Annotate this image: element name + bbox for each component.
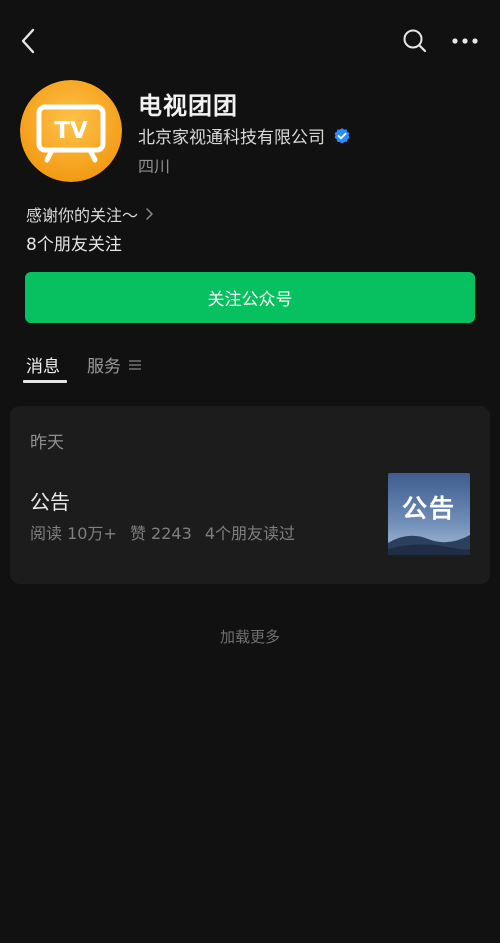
message-date: 昨天 [30,433,64,453]
friends-following-count[interactable]: 8个朋友关注 [26,230,122,255]
search-icon [403,29,427,53]
article-stats: 阅读 10万+ 赞 2243 4个朋友读过 [30,520,303,544]
article-likes: 赞 2243 [129,524,192,543]
location: 四川 [138,157,171,176]
official-account-profile-screen: TV 电视团团 北京家视通科技有限公司 四川 感谢你的关注～ 8个朋友关注 关注… [0,0,500,943]
article-thumbnail[interactable]: 公告 [388,473,470,555]
follow-account-button[interactable]: 关注公众号 [25,272,475,323]
load-more-link[interactable]: 加载更多 [0,626,500,647]
top-bar [0,18,500,64]
tab-services[interactable]: 服务 [87,352,141,377]
back-button[interactable] [12,24,46,58]
tab-messages[interactable]: 消息 [26,352,60,377]
active-tab-indicator [23,380,67,383]
tab-services-label: 服务 [87,357,121,377]
company-name: 北京家视通科技有限公司 [138,128,325,148]
chevron-left-icon [21,28,35,54]
avatar[interactable]: TV [20,80,122,182]
tv-logo-icon: TV [20,80,122,182]
account-name: 电视团团 [138,92,238,120]
search-button[interactable] [398,24,432,58]
message-card: 昨天 公告 阅读 10万+ 赞 2243 4个朋友读过 公告 [10,406,490,584]
avatar-text: TV [54,118,88,144]
welcome-message: 感谢你的关注～ [26,206,139,225]
tab-messages-label: 消息 [26,357,60,377]
article-reads: 阅读 10万+ [30,524,117,543]
article-friends-read: 4个朋友读过 [204,524,296,543]
more-dots-icon [452,38,478,44]
chevron-right-icon [146,208,153,220]
more-button[interactable] [446,24,486,58]
menu-lines-icon [129,359,141,370]
article-title: 公告 [30,490,70,514]
thumbnail-caption: 公告 [401,494,456,523]
company-row: 北京家视通科技有限公司 [138,123,351,148]
article-item[interactable]: 公告 阅读 10万+ 赞 2243 4个朋友读过 公告 [10,464,490,564]
verified-badge-icon [334,127,350,144]
welcome-message-link[interactable]: 感谢你的关注～ [26,202,156,226]
